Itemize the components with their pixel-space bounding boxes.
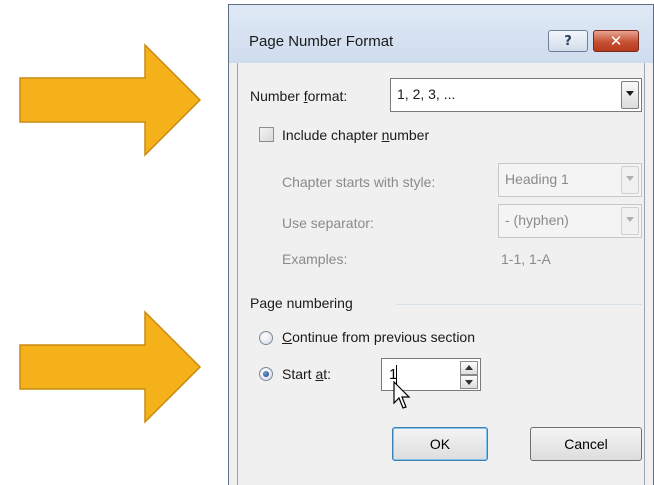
examples-label: Examples:	[282, 251, 348, 267]
mouse-pointer-icon	[393, 381, 411, 409]
separator-select[interactable]: - (hyphen)	[498, 204, 642, 238]
page-number-format-dialog: Page Number Format ? ✕ Number format: 1,…	[228, 4, 654, 485]
chevron-down-icon[interactable]	[621, 207, 639, 235]
arrow-right-icon	[19, 310, 202, 424]
number-format-value: 1, 2, 3, ...	[397, 86, 456, 102]
cancel-button-label: Cancel	[564, 436, 608, 452]
number-format-select[interactable]: 1, 2, 3, ...	[390, 78, 642, 112]
chapter-style-label: Chapter starts with style:	[282, 174, 436, 190]
start-at-radio[interactable]	[259, 367, 273, 381]
cancel-button[interactable]: Cancel	[530, 427, 642, 461]
number-format-label: Number format:	[250, 88, 348, 104]
chevron-down-icon[interactable]	[621, 166, 639, 194]
start-at-label[interactable]: Start at:	[282, 366, 331, 382]
continue-label[interactable]: Continue from previous section	[282, 329, 475, 345]
help-button[interactable]: ?	[548, 30, 588, 52]
examples-value: 1-1, 1-A	[501, 251, 551, 267]
title-bar[interactable]: Page Number Format ? ✕	[229, 5, 653, 63]
dialog-body: Number format: 1, 2, 3, ... Include chap…	[237, 63, 645, 485]
close-icon: ✕	[609, 32, 623, 50]
separator-label: Use separator:	[282, 215, 374, 231]
continue-radio[interactable]	[259, 331, 273, 345]
separator-value: - (hyphen)	[505, 212, 569, 228]
arrow-right-icon	[19, 43, 202, 157]
include-chapter-checkbox[interactable]	[259, 127, 274, 142]
spin-down-icon[interactable]	[460, 375, 478, 389]
dialog-title: Page Number Format	[249, 33, 394, 50]
page-numbering-heading: Page numbering	[250, 295, 353, 311]
include-chapter-label[interactable]: Include chapter number	[282, 127, 429, 143]
close-button[interactable]: ✕	[593, 30, 639, 52]
ok-button-label: OK	[429, 436, 451, 452]
chevron-down-icon[interactable]	[621, 81, 639, 109]
ok-button[interactable]: OK	[392, 427, 488, 461]
spin-up-icon[interactable]	[460, 361, 478, 375]
chapter-style-select[interactable]: Heading 1	[498, 163, 642, 197]
chapter-style-value: Heading 1	[505, 171, 569, 187]
help-icon: ?	[564, 33, 572, 49]
group-divider	[396, 304, 642, 305]
